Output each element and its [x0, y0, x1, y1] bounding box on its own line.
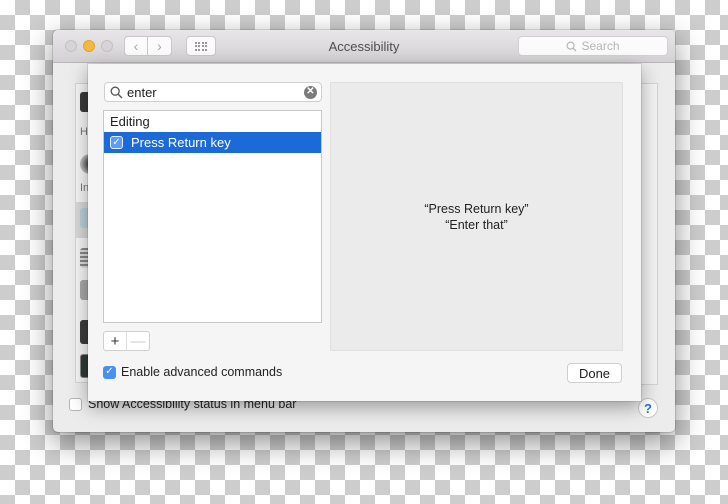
advanced-commands-label: Enable advanced commands — [121, 365, 283, 379]
sidebar-label-hearing: H — [80, 126, 88, 138]
checkmark-icon: ✓ — [112, 136, 121, 148]
search-icon — [110, 86, 123, 98]
add-command-button[interactable]: + — [104, 332, 127, 350]
remove-command-button[interactable]: — — [127, 332, 149, 350]
commands-list: Editing ✓ Press Return key — [103, 110, 322, 323]
advanced-commands-checkbox[interactable]: ✓ — [103, 365, 116, 379]
magnifier-icon — [566, 41, 577, 52]
question-icon: ? — [644, 400, 652, 416]
search-field[interactable]: Search — [518, 36, 668, 56]
preview-command-name: “Press Return key” — [424, 201, 529, 216]
filter-value: enter — [127, 84, 157, 100]
command-filter-field[interactable]: enter ✕ — [104, 82, 322, 102]
command-preview: “Press Return key” “Enter that” — [330, 82, 623, 351]
advanced-commands-option[interactable]: ✓ Enable advanced commands — [103, 365, 282, 379]
command-enabled-checkbox[interactable]: ✓ — [110, 136, 123, 149]
list-group-header: Editing — [110, 114, 150, 129]
preview-command-phrase: “Enter that” — [445, 217, 508, 232]
done-button[interactable]: Done — [567, 363, 622, 383]
show-status-checkbox[interactable] — [69, 397, 82, 411]
checkmark-icon: ✓ — [105, 366, 114, 377]
list-item[interactable]: ✓ Press Return key — [104, 132, 321, 153]
commands-sheet: enter ✕ Editing ✓ Press Return key + — “… — [88, 64, 641, 401]
clear-icon[interactable]: ✕ — [304, 85, 317, 99]
list-item-label: Press Return key — [131, 135, 231, 150]
search-placeholder: Search — [581, 39, 620, 53]
title-bar: ‹ › Accessibility Search — [53, 30, 675, 63]
add-remove-control: + — — [103, 331, 150, 351]
help-button[interactable]: ? — [638, 398, 658, 418]
